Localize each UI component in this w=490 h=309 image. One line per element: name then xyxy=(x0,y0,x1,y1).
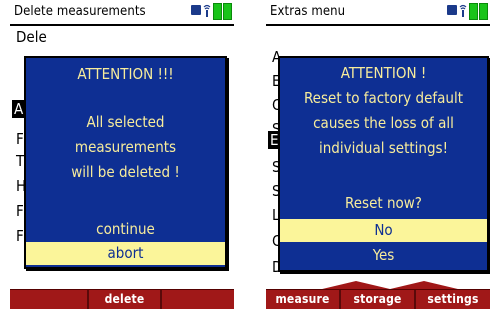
left-device-screen: Delete measurements Dele A F T H F F ATT… xyxy=(10,0,234,309)
right-device-screen: Extras menu A E C S E S S L C Device inf… xyxy=(266,0,490,309)
softkey-bar: delete xyxy=(10,289,234,309)
dialog-message-line: individual settings! xyxy=(318,139,448,157)
title-bar: Delete measurements xyxy=(10,0,234,26)
background-row: F xyxy=(16,202,24,220)
softkey-left[interactable] xyxy=(10,290,83,309)
screen-title: Delete measurements xyxy=(14,4,146,19)
title-bar: Extras menu xyxy=(266,0,490,26)
dialog-heading: ATTENTION ! xyxy=(340,64,427,82)
confirm-delete-dialog: ATTENTION !!! All selected measurements … xyxy=(24,56,227,269)
factory-reset-dialog: ATTENTION ! Reset to factory default cau… xyxy=(278,56,489,272)
dialog-question: Reset now? xyxy=(345,194,422,212)
yes-option[interactable]: Yes xyxy=(280,244,487,266)
screen-title: Extras menu xyxy=(270,4,346,19)
background-row: T xyxy=(16,152,25,170)
softkey-delete[interactable]: delete xyxy=(89,290,160,309)
dialog-message-line: will be deleted ! xyxy=(71,163,180,181)
softkey-bar: measure storage settings xyxy=(266,289,490,309)
dialog-message-line: Reset to factory default xyxy=(303,89,464,107)
power-plug-icon xyxy=(191,5,201,15)
battery-icon xyxy=(213,3,222,20)
softkey-measure[interactable]: measure xyxy=(266,290,339,309)
battery-icon xyxy=(479,3,488,20)
signal-icon xyxy=(203,4,211,17)
continue-option[interactable]: continue xyxy=(26,218,225,240)
battery-icon xyxy=(223,3,232,20)
signal-icon xyxy=(459,4,467,17)
background-row: F xyxy=(16,227,24,245)
background-row: F xyxy=(16,130,24,148)
softkey-settings[interactable]: settings xyxy=(416,290,490,309)
softkey-storage[interactable]: storage xyxy=(341,290,414,309)
dialog-heading: ATTENTION !!! xyxy=(77,65,174,83)
power-plug-icon xyxy=(447,5,457,15)
no-option[interactable]: No xyxy=(280,219,487,242)
battery-icon xyxy=(469,3,478,20)
dialog-message-line: causes the loss of all xyxy=(313,114,454,132)
background-row: Dele xyxy=(16,28,47,46)
abort-option[interactable]: abort xyxy=(26,242,225,265)
dialog-message-line: All selected xyxy=(86,113,165,131)
softkey-right[interactable] xyxy=(162,290,234,309)
dialog-message-line: measurements xyxy=(74,138,177,156)
